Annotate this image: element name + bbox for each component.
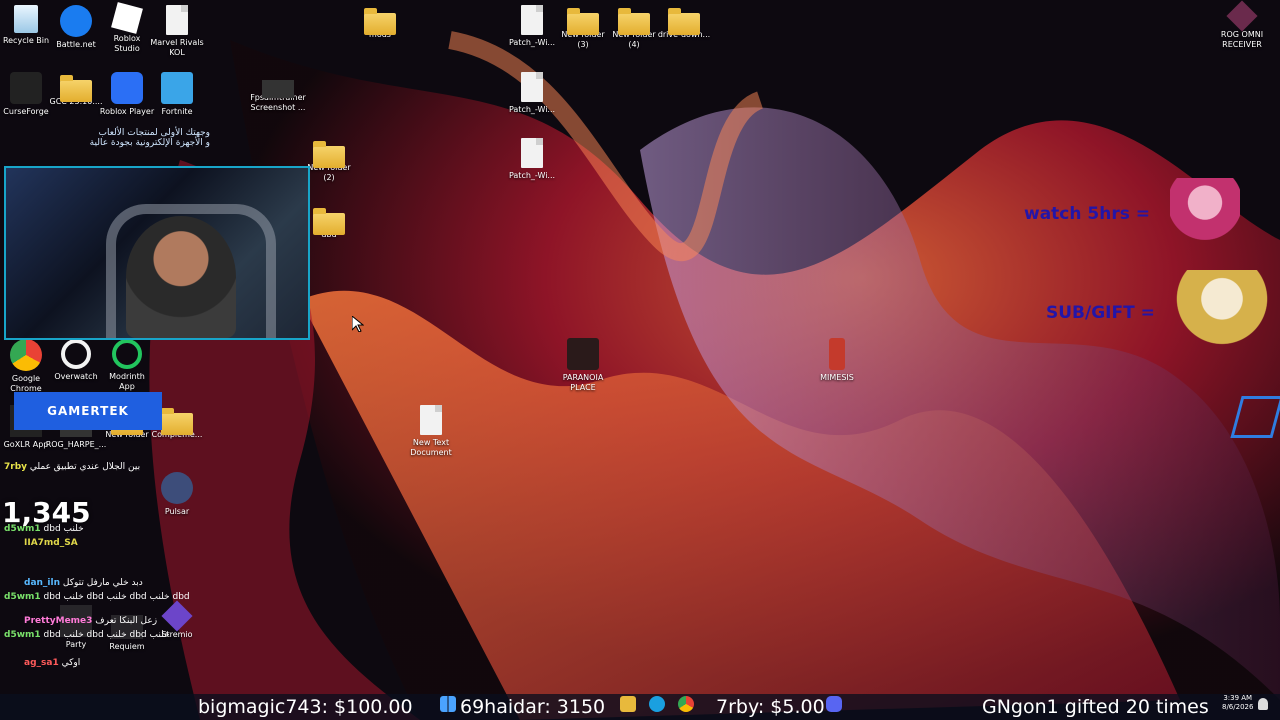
windows-start-icon[interactable]: [440, 696, 456, 712]
tray-date: 8/6/2026: [1222, 703, 1254, 711]
new-text-document-icon[interactable]: New Text Document: [399, 405, 463, 458]
rog-omni-receiver-icon[interactable]: ROG OMNI RECEIVER: [1210, 0, 1274, 50]
gamertek-logo: GAMERTEK: [14, 392, 162, 430]
mimesis-icon[interactable]: MIMESIS: [805, 338, 869, 383]
alerts-ticker: bigmagic743: $100.00 69haidar: 3150 7rby…: [0, 694, 1280, 720]
desktop-icon-label: PARANOIA PLACE: [562, 373, 604, 392]
chat-text: dbd خلنب dbd خلنب dbd خلنب: [43, 630, 170, 640]
chat-text: dbd خلنب: [43, 524, 84, 534]
ticker-item: bigmagic743: $100.00: [198, 696, 413, 718]
promo-watch-text: watch 5hrs =: [1024, 204, 1150, 224]
chat-message: PrettyMeme3 زعل البنكا تعرف: [24, 616, 198, 630]
chat-username: 7rby: [4, 462, 28, 472]
character-art-1: [1170, 178, 1240, 260]
desktop-icon-label: Marvel Rivals KOL: [150, 38, 204, 57]
desktop-icon-label: CurseForge: [3, 107, 49, 116]
chat-username: d5wm1: [4, 524, 41, 534]
promo-sub-text: SUB/GIFT =: [1046, 303, 1155, 323]
desktop-icon-label: ROG_HARPE_...: [45, 440, 107, 449]
chrome-taskbar-icon[interactable]: [678, 696, 694, 712]
desktop-icon-label: Modrinth App: [109, 372, 145, 391]
ticker-item: 69haidar: 3150: [460, 696, 606, 718]
ticker-item: GNgon1 gifted 20 times: [982, 696, 1209, 718]
chat-message: ag_sa1 اوكي: [24, 658, 198, 672]
desktop-icon-label: Patch_-Wi...: [508, 171, 556, 180]
chat-username: d5wm1: [4, 592, 41, 602]
chat-panel: 7rby بين الجلال عندي تطبيق عملي d5wm1 db…: [0, 462, 198, 720]
chat-text: دبد خلي مارفل تتوكل: [62, 578, 143, 588]
chat-text: اوكي: [61, 658, 81, 668]
brand-text-line1: وجهتك الأولى لمنتجات الألعاب: [98, 128, 211, 138]
file-explorer-icon[interactable]: [620, 696, 636, 712]
chat-text: بين الجلال عندي تطبيق عملي: [29, 462, 141, 472]
brand-banner: وجهتك الأولى لمنتجات الألعاب و الأجهزة ا…: [60, 128, 210, 148]
discord-icon[interactable]: [826, 696, 842, 712]
chat-message: IIA7md_SA: [24, 538, 198, 552]
desktop-icon-label: Patch_-Wi...: [508, 105, 556, 114]
gaming-chair: [106, 204, 276, 338]
tray-time: 3:39 AM: [1223, 694, 1253, 702]
chat-message: 7rby بين الجلال عندي تطبيق عملي: [4, 462, 198, 476]
chat-message: dan_iln دبد خلي مارفل تتوكل: [24, 578, 198, 592]
drive-download-folder-icon[interactable]: drive-down...: [652, 5, 716, 40]
paranoia-place-icon[interactable]: PARANOIA PLACE: [551, 338, 615, 393]
desktop-icon-label: ROG OMNI RECEIVER: [1220, 30, 1264, 49]
mods-folder-icon[interactable]: mods: [348, 5, 412, 40]
character-art-2: [1176, 270, 1268, 366]
patch-file-3-icon[interactable]: Patch_-Wi...: [500, 138, 564, 181]
gamertek-text: GAMERTEK: [47, 404, 129, 418]
chat-username: dan_iln: [24, 578, 60, 588]
desktop-icon-label: Fortnite: [161, 107, 193, 116]
modrinth-app-icon[interactable]: Modrinth App: [95, 339, 159, 392]
notification-bell-icon[interactable]: [1258, 698, 1268, 710]
chat-username: IIA7md_SA: [24, 538, 78, 548]
fortnite-icon[interactable]: Fortnite: [145, 72, 209, 117]
chat-text: dbd خلنب dbd خلنب dbd خلنب dbd: [43, 592, 190, 602]
webcam-feed: [4, 166, 310, 340]
desktop-icon-label: MIMESIS: [820, 373, 854, 382]
brand-text-line2: و الأجهزة الإلكترونية بجودة عالية: [89, 138, 210, 148]
chat-message: d5wm1 dbd خلنب dbd خلنب dbd خلنب: [4, 630, 198, 644]
ticker-item: 7rby: $5.00: [716, 696, 825, 718]
edge-icon[interactable]: [649, 696, 665, 712]
desktop-icon-label: New Text Document: [410, 438, 452, 457]
system-tray-clock[interactable]: 3:39 AM 8/6/2026: [1222, 694, 1253, 712]
marvel-rivals-icon[interactable]: Marvel Rivals KOL: [145, 5, 209, 58]
chat-username: PrettyMeme3: [24, 616, 93, 626]
chat-username: d5wm1: [4, 630, 41, 640]
patch-file-2-icon[interactable]: Patch_-Wi...: [500, 72, 564, 115]
chat-text: زعل البنكا تعرف: [95, 616, 158, 626]
chat-message: d5wm1 dbd خلنب: [4, 524, 198, 538]
chat-username: ag_sa1: [24, 658, 59, 668]
chat-message: d5wm1 dbd خلنب dbd خلنب dbd خلنب dbd: [4, 592, 198, 606]
mouse-cursor-icon: [352, 316, 364, 332]
fpsaimtrainer-screenshot-icon[interactable]: FpsaimtrainerScreenshot ...: [246, 72, 310, 113]
